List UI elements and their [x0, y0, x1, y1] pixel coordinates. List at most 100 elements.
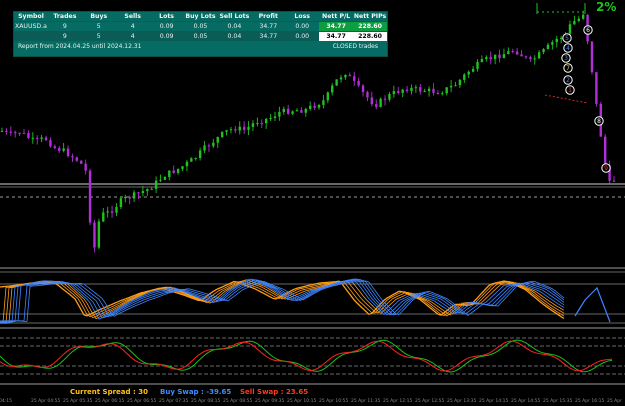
candle-body [198, 150, 202, 159]
candle-body [14, 132, 17, 134]
candle-body [273, 116, 277, 118]
candle-body [542, 49, 545, 53]
candle-body [75, 157, 79, 161]
candle-body [146, 189, 149, 192]
table-cell: 228.60 [353, 21, 387, 32]
candle-body [335, 79, 338, 86]
ribbon-line [0, 278, 565, 323]
candle-body [515, 51, 519, 55]
trade-marker-label: 3 [564, 55, 568, 62]
stochastic-line [0, 340, 613, 372]
candle-body [432, 88, 435, 93]
candle-body [410, 87, 413, 92]
trade-marker-label: 8 [597, 118, 601, 125]
candle-body [36, 137, 39, 139]
candle-body [401, 89, 404, 93]
candle-body [9, 131, 13, 133]
table-cell: 34.77 [319, 21, 354, 32]
candle-body [5, 130, 8, 132]
trade-marker-label: 4 [566, 45, 570, 52]
candle-body [414, 87, 418, 89]
candle-body [71, 156, 74, 158]
candle-body [132, 192, 136, 199]
candle-body [309, 105, 312, 109]
time-axis-label: 25 Apr 07:35 [159, 399, 189, 404]
candle-body [304, 108, 307, 113]
candle-body [524, 56, 528, 58]
candle-body [97, 221, 101, 248]
candle-body [93, 222, 96, 248]
candle-body [375, 104, 378, 107]
candle-body [379, 98, 382, 107]
candle-body [419, 87, 422, 92]
candle-body [498, 54, 501, 59]
candle-body [242, 126, 246, 130]
candle-body [282, 108, 285, 113]
candle-body [577, 18, 580, 21]
table-cell: 0.09 [149, 21, 184, 32]
candle-body [502, 54, 506, 59]
candle-body [480, 59, 484, 62]
candle-body [88, 170, 92, 223]
candle-body [106, 211, 109, 213]
candle-body [595, 72, 598, 104]
candle-body [507, 51, 510, 55]
candle-body [476, 61, 479, 69]
candle-body [449, 85, 453, 88]
time-axis-label: 25 Apr 13:35 [447, 399, 477, 404]
candle-body [533, 58, 536, 60]
time-axis-label: 25 Apr 04:55 [31, 399, 61, 404]
candle-body [529, 57, 532, 60]
candle-body [141, 191, 145, 194]
candle-body [603, 136, 607, 166]
candle-body [454, 85, 457, 87]
candle-body [22, 133, 26, 135]
candle-body [300, 110, 303, 113]
candle-body [463, 74, 466, 80]
candle-body [322, 100, 325, 105]
stochastic-oscillator [0, 339, 613, 373]
candle-body [441, 93, 444, 95]
candle-body [234, 129, 237, 131]
column-header: Loss [294, 13, 310, 20]
report-range-text: Report from 2024.04.25 until 2024.12.31 [18, 43, 142, 50]
candle-body [110, 211, 114, 213]
candle-body [388, 94, 391, 100]
candle-body [423, 91, 426, 93]
candle-body [313, 105, 316, 108]
candle-body [392, 91, 396, 95]
trade-marker-label: 1 [568, 87, 572, 94]
candle-body [128, 197, 131, 199]
candle-body [427, 88, 431, 92]
candle-body [295, 110, 299, 112]
trade-connection-line [544, 94, 589, 104]
candle-body [370, 97, 374, 105]
table-cell: 5 [81, 21, 116, 32]
candle-body [520, 54, 523, 57]
candle-body [331, 85, 334, 93]
price-chart[interactable]: 456372189 [0, 0, 625, 406]
trade-marker-label: 9 [604, 165, 608, 172]
candle-body [264, 118, 268, 124]
candle-body [225, 130, 228, 132]
column-header: Symbol [18, 13, 44, 20]
candle-body [172, 170, 175, 173]
table-header-row: Symbol Trades Buys Sells Lots Buy Lots Sell Lo… [14, 12, 387, 22]
candle-body [27, 133, 30, 138]
table-cell: 9 [47, 21, 82, 32]
candle-body [229, 129, 233, 131]
candle-body [511, 51, 514, 53]
candle-body [176, 168, 180, 173]
candle-body [366, 92, 369, 98]
candle-body [154, 180, 158, 189]
trade-markers-group: 4 5 6 3 7 2 1 8 9 [544, 25, 611, 173]
candle-body [80, 160, 83, 164]
candle-body [436, 92, 440, 94]
chart-window[interactable]: 456372189 Symbol Trades Buys Sells Lots Buy L… [0, 0, 625, 406]
candle-body [119, 198, 123, 208]
candle-body [397, 91, 400, 93]
candle-body [102, 212, 105, 222]
time-axis-label: 25 Apr 11:35 [351, 399, 381, 404]
candle-body [203, 145, 206, 151]
time-axis-label: 25 Apr 12:15 [383, 399, 413, 404]
